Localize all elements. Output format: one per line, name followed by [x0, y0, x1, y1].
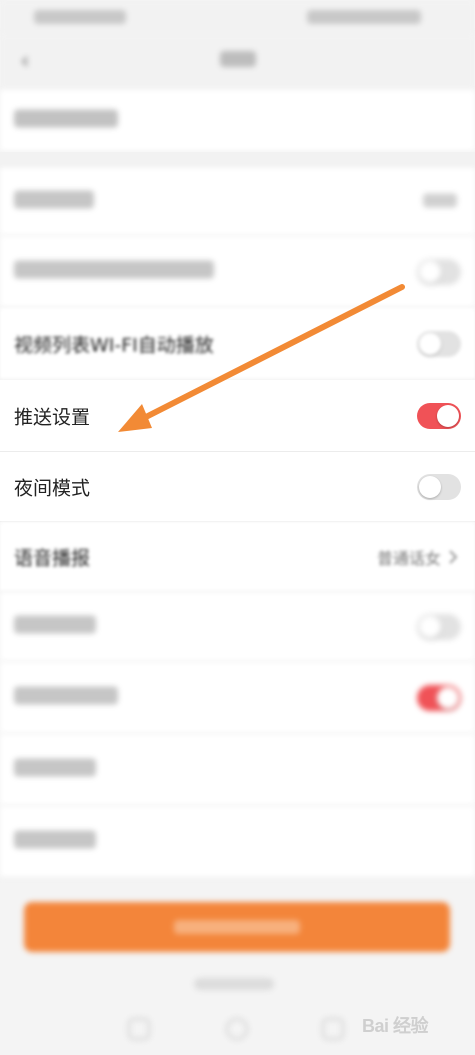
bottom-action-button[interactable] — [24, 902, 450, 952]
status-bar-left — [34, 10, 126, 24]
voice-broadcast-label: 语音播报 — [14, 547, 91, 569]
nav-icon-right[interactable] — [322, 1018, 344, 1040]
settings-row-blurred-5[interactable] — [0, 662, 475, 734]
settings-row-blurred-4-toggle[interactable] — [417, 613, 461, 640]
bottom-caption — [194, 978, 274, 990]
baidu-watermark: Bai 经验 — [362, 1004, 472, 1048]
settings-row-blurred-6[interactable] — [0, 734, 475, 806]
wifi-autoplay-toggle[interactable] — [417, 330, 461, 357]
page-title — [0, 48, 475, 76]
settings-row-voice[interactable]: 语音播报 普通话女 — [0, 522, 475, 592]
settings-row-blurred-4[interactable] — [0, 592, 475, 662]
nav-icon-left[interactable] — [128, 1018, 150, 1040]
settings-row-blurred-2-value — [423, 192, 457, 211]
nav-icon-center[interactable] — [226, 1018, 248, 1040]
settings-row-blurred-4-label — [14, 615, 96, 638]
settings-row-blurred-3-toggle[interactable] — [417, 258, 461, 285]
settings-row-blurred-5-toggle[interactable] — [417, 684, 461, 711]
settings-row-blurred-5-label — [14, 686, 118, 709]
watermark-text: Bai 经验 — [362, 1016, 429, 1036]
chevron-right-icon — [449, 549, 458, 564]
settings-row-blurred-6-label — [14, 758, 96, 781]
settings-row-blurred-2-label — [14, 190, 94, 213]
settings-row-blurred-7[interactable] — [0, 806, 475, 878]
push-settings-label: 推送设置 — [14, 406, 91, 428]
voice-broadcast-value: 普通话女 — [376, 548, 441, 568]
wifi-autoplay-label: 视频列表WI-FI自动播放 — [14, 334, 214, 356]
settings-row-blurred-3-label — [14, 260, 214, 283]
night-mode-label: 夜间模式 — [14, 477, 91, 499]
settings-row-push[interactable]: 推送设置 — [0, 380, 475, 452]
push-settings-toggle[interactable] — [417, 402, 461, 429]
section-gap — [0, 152, 475, 168]
settings-row-blurred-3[interactable] — [0, 236, 475, 308]
status-bar — [0, 0, 475, 34]
settings-row-wifi-autoplay[interactable]: 视频列表WI-FI自动播放 — [0, 308, 475, 380]
night-mode-toggle[interactable] — [417, 473, 461, 500]
settings-row-blurred-1-label — [14, 109, 118, 132]
settings-row-blurred-2[interactable] — [0, 168, 475, 236]
bottom-action-button-label — [174, 920, 300, 934]
settings-row-night-mode[interactable]: 夜间模式 — [0, 452, 475, 522]
settings-row-blurred-1[interactable] — [0, 90, 475, 152]
settings-row-blurred-7-label — [14, 830, 96, 853]
header: ‹ — [0, 34, 475, 90]
status-bar-right — [307, 10, 421, 24]
